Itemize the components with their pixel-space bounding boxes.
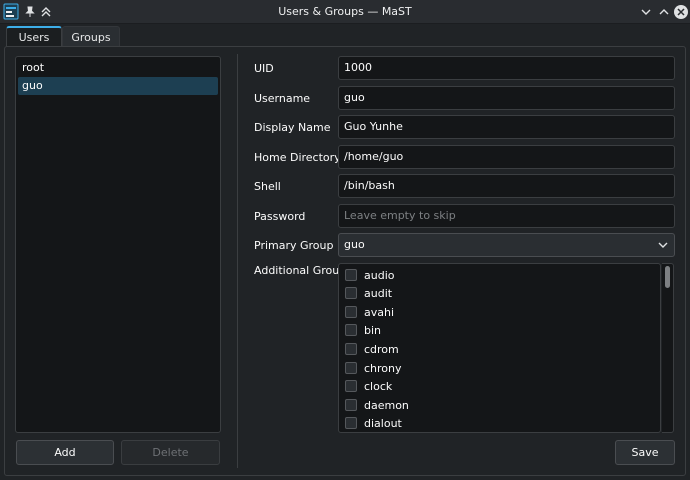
tab-users[interactable]: Users xyxy=(6,26,62,47)
group-name: avahi xyxy=(364,305,395,319)
group-item[interactable]: avahi xyxy=(345,304,394,320)
title-bar: Users & Groups — MaST xyxy=(0,0,690,24)
close-icon xyxy=(674,5,688,19)
group-item[interactable]: audio xyxy=(345,267,394,283)
checkbox[interactable] xyxy=(345,306,357,318)
shell-label: Shell xyxy=(254,180,281,193)
tab-groups-label: Groups xyxy=(71,30,111,44)
group-name: audio xyxy=(364,268,395,282)
group-item[interactable]: daemon xyxy=(345,397,409,413)
group-name: bin xyxy=(364,323,382,337)
group-item[interactable]: clock xyxy=(345,378,392,394)
group-item[interactable]: audit xyxy=(345,285,392,301)
checkbox[interactable] xyxy=(345,362,357,374)
home-directory-field[interactable]: /home/guo xyxy=(338,145,675,169)
password-field[interactable]: Leave empty to skip xyxy=(338,204,675,228)
username-field[interactable]: guo xyxy=(338,86,675,110)
add-button[interactable]: Add xyxy=(16,440,114,465)
uid-label: UID xyxy=(254,62,274,75)
home-directory-label: Home Directory xyxy=(254,151,341,164)
group-item[interactable]: cdrom xyxy=(345,341,399,357)
tab-groups[interactable]: Groups xyxy=(62,26,120,47)
display-name-label: Display Name xyxy=(254,121,331,134)
primary-group-value: guo xyxy=(344,238,365,251)
group-name: cdrom xyxy=(364,342,399,356)
checkbox[interactable] xyxy=(345,417,357,429)
group-item[interactable]: bin xyxy=(345,322,381,338)
maximize-icon[interactable] xyxy=(656,4,672,20)
username-label: Username xyxy=(254,92,311,105)
checkbox[interactable] xyxy=(345,380,357,392)
group-name: daemon xyxy=(364,398,409,412)
group-item[interactable]: chrony xyxy=(345,360,402,376)
checkbox[interactable] xyxy=(345,343,357,355)
checkbox[interactable] xyxy=(345,287,357,299)
shell-field[interactable]: /bin/bash xyxy=(338,174,675,198)
user-item-guo[interactable]: guo xyxy=(18,77,218,95)
groups-scrollbar[interactable] xyxy=(662,263,674,433)
tab-users-label: Users xyxy=(18,31,50,44)
primary-group-select[interactable]: guo xyxy=(338,233,675,257)
group-name: audit xyxy=(364,286,393,300)
group-name: clock xyxy=(364,379,393,393)
uid-field[interactable]: 1000 xyxy=(338,56,675,80)
chevron-down-icon xyxy=(658,242,668,248)
minimize-icon[interactable] xyxy=(638,4,654,20)
group-name: dialout xyxy=(364,416,402,430)
primary-group-label: Primary Group xyxy=(254,239,334,252)
divider xyxy=(237,54,238,468)
group-name: chrony xyxy=(364,361,402,375)
scrollbar-thumb[interactable] xyxy=(665,266,670,288)
user-list[interactable]: root guo xyxy=(15,56,221,433)
password-label: Password xyxy=(254,210,306,223)
window-title: Users & Groups — MaST xyxy=(278,5,412,18)
display-name-field[interactable]: Guo Yunhe xyxy=(338,115,675,139)
close-button[interactable] xyxy=(673,4,689,20)
user-item-root[interactable]: root xyxy=(18,59,218,77)
group-item[interactable]: dialout xyxy=(345,415,402,431)
checkbox[interactable] xyxy=(345,269,357,281)
checkbox[interactable] xyxy=(345,324,357,336)
additional-groups-list[interactable]: audio audit avahi bin cdrom chrony clock… xyxy=(338,263,661,433)
delete-button[interactable]: Delete xyxy=(121,440,220,465)
save-button[interactable]: Save xyxy=(615,440,675,465)
checkbox[interactable] xyxy=(345,399,357,411)
